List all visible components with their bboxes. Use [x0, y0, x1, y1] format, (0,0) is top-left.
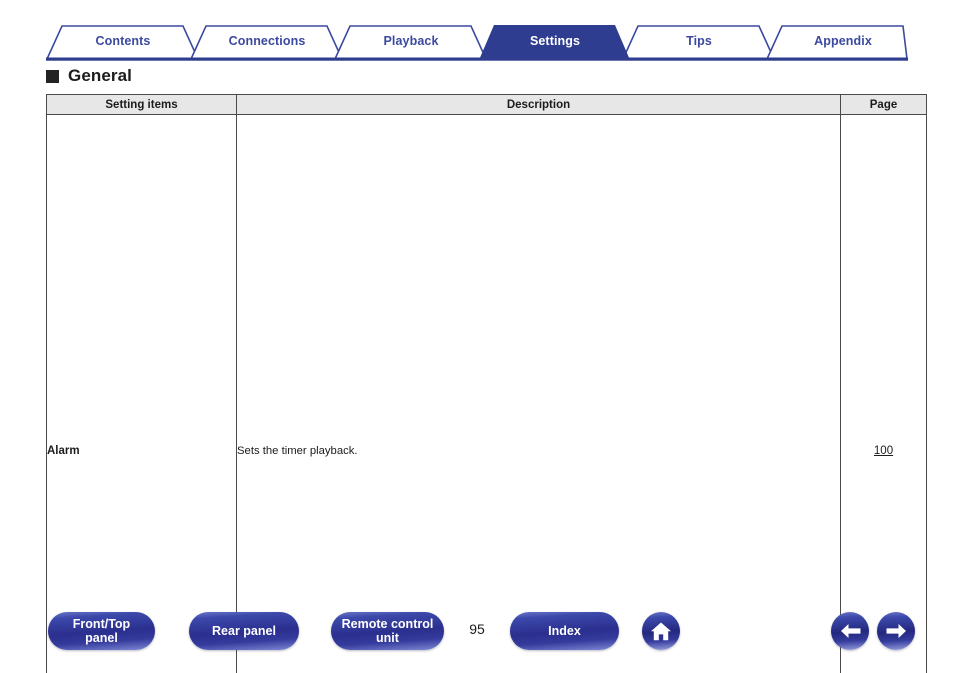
- settings-overview-table: Setting items Description Page Alarm Sets…: [46, 94, 927, 673]
- arrow-right-icon: [886, 624, 906, 638]
- table-row: Alarm Sets the timer playback. 100: [46, 114, 927, 673]
- setting-item-description: Sets the timer playback.: [236, 114, 841, 673]
- page-title: General: [68, 66, 133, 85]
- front-top-panel-label-line2: panel: [85, 631, 118, 645]
- table-header-row: Setting items Description Page: [46, 94, 927, 115]
- rear-panel-label: Rear panel: [212, 624, 276, 638]
- section-heading: General: [46, 66, 132, 86]
- page-reference-link[interactable]: 100: [874, 445, 893, 457]
- index-label: Index: [548, 624, 581, 638]
- front-top-panel-button[interactable]: Front/Top panel: [48, 612, 155, 650]
- index-button[interactable]: Index: [510, 612, 619, 650]
- footer-navigation[interactable]: Front/Top panel Rear panel Remote contro…: [0, 612, 954, 666]
- tab-contents[interactable]: Contents: [47, 22, 199, 60]
- front-top-panel-label-line1: Front/Top: [72, 617, 131, 631]
- remote-control-unit-button[interactable]: Remote control unit: [331, 612, 444, 650]
- remote-control-label-line1: Remote control: [341, 617, 434, 631]
- setting-item-name: Alarm: [46, 114, 237, 673]
- column-header-setting-items: Setting items: [46, 94, 237, 115]
- column-header-description: Description: [236, 94, 841, 115]
- next-page-button[interactable]: [877, 612, 915, 650]
- tab-playback[interactable]: Playback: [335, 22, 487, 60]
- section-tab-bar[interactable]: Contents Connections Playback Settings T…: [46, 22, 908, 62]
- arrow-left-icon: [840, 624, 860, 638]
- rear-panel-button[interactable]: Rear panel: [189, 612, 299, 650]
- tab-tips[interactable]: Tips: [623, 22, 775, 60]
- column-header-page: Page: [840, 94, 927, 115]
- page-reference-cell: 100: [840, 114, 927, 673]
- tab-connections[interactable]: Connections: [191, 22, 343, 60]
- home-icon: [651, 622, 671, 640]
- page-number: 95: [469, 621, 485, 637]
- filled-square-icon: [46, 69, 59, 83]
- remote-control-label-line2: unit: [376, 631, 399, 645]
- tab-appendix[interactable]: Appendix: [767, 22, 919, 60]
- manual-page: Contents Connections Playback Settings T…: [0, 0, 954, 673]
- tab-settings[interactable]: Settings: [479, 22, 631, 60]
- previous-page-button[interactable]: [831, 612, 869, 650]
- home-button[interactable]: [642, 612, 680, 650]
